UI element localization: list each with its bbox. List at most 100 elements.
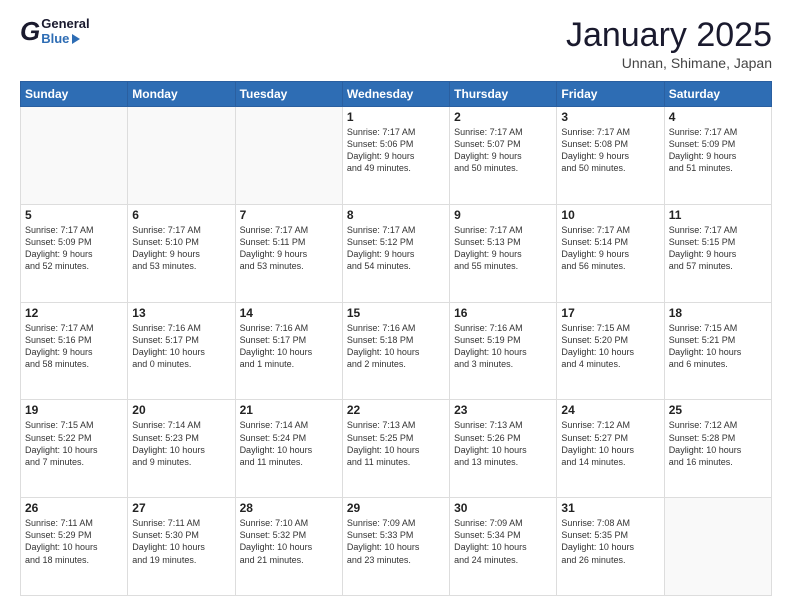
calendar-day: 13 Sunrise: 7:16 AM Sunset: 5:17 PM Dayli… [128, 302, 235, 400]
day-info: Sunrise: 7:12 AM Sunset: 5:27 PM Dayligh… [561, 419, 659, 468]
calendar-day: 31 Sunrise: 7:08 AM Sunset: 5:35 PM Dayli… [557, 498, 664, 596]
calendar-day: 16 Sunrise: 7:16 AM Sunset: 5:19 PM Dayli… [450, 302, 557, 400]
day-number: 18 [669, 306, 767, 320]
day-number: 22 [347, 403, 445, 417]
day-number: 21 [240, 403, 338, 417]
day-info: Sunrise: 7:17 AM Sunset: 5:16 PM Dayligh… [25, 322, 123, 371]
day-info: Sunrise: 7:15 AM Sunset: 5:20 PM Dayligh… [561, 322, 659, 371]
header-saturday: Saturday [664, 82, 771, 107]
calendar-day: 1Sunrise: 7:17 AM Sunset: 5:06 PM Daylig… [342, 107, 449, 205]
day-number: 20 [132, 403, 230, 417]
logo-general-text: General [41, 17, 89, 31]
calendar-day: 25 Sunrise: 7:12 AM Sunset: 5:28 PM Dayli… [664, 400, 771, 498]
calendar-day: 19 Sunrise: 7:15 AM Sunset: 5:22 PM Dayli… [21, 400, 128, 498]
day-info: Sunrise: 7:16 AM Sunset: 5:17 PM Dayligh… [132, 322, 230, 371]
calendar-day: 27Sunrise: 7:11 AM Sunset: 5:30 PM Dayli… [128, 498, 235, 596]
calendar-day [664, 498, 771, 596]
calendar-day: 18 Sunrise: 7:15 AM Sunset: 5:21 PM Dayli… [664, 302, 771, 400]
day-info: Sunrise: 7:17 AM Sunset: 5:11 PM Dayligh… [240, 224, 338, 273]
calendar-header: Sunday Monday Tuesday Wednesday Thursday… [21, 82, 772, 107]
calendar-day [235, 107, 342, 205]
day-number: 13 [132, 306, 230, 320]
day-number: 4 [669, 110, 767, 124]
day-info: Sunrise: 7:13 AM Sunset: 5:26 PM Dayligh… [454, 419, 552, 468]
day-info: Sunrise: 7:09 AM Sunset: 5:33 PM Dayligh… [347, 517, 445, 566]
day-number: 30 [454, 501, 552, 515]
day-number: 7 [240, 208, 338, 222]
day-info: Sunrise: 7:11 AM Sunset: 5:29 PM Dayligh… [25, 517, 123, 566]
day-number: 24 [561, 403, 659, 417]
day-info: Sunrise: 7:13 AM Sunset: 5:25 PM Dayligh… [347, 419, 445, 468]
logo-arrow-icon [72, 34, 80, 44]
calendar-day: 24 Sunrise: 7:12 AM Sunset: 5:27 PM Dayli… [557, 400, 664, 498]
calendar-day: 5Sunrise: 7:17 AM Sunset: 5:09 PM Daylig… [21, 204, 128, 302]
calendar-day: 8 Sunrise: 7:17 AM Sunset: 5:12 PM Daylig… [342, 204, 449, 302]
calendar-day: 22 Sunrise: 7:13 AM Sunset: 5:25 PM Dayli… [342, 400, 449, 498]
header-sunday: Sunday [21, 82, 128, 107]
calendar-week-row: 12Sunrise: 7:17 AM Sunset: 5:16 PM Dayli… [21, 302, 772, 400]
header-wednesday: Wednesday [342, 82, 449, 107]
day-info: Sunrise: 7:17 AM Sunset: 5:14 PM Dayligh… [561, 224, 659, 273]
calendar-day [128, 107, 235, 205]
calendar-day: 26 Sunrise: 7:11 AM Sunset: 5:29 PM Dayli… [21, 498, 128, 596]
day-number: 26 [25, 501, 123, 515]
calendar-week-row: 26 Sunrise: 7:11 AM Sunset: 5:29 PM Dayli… [21, 498, 772, 596]
day-info: Sunrise: 7:08 AM Sunset: 5:35 PM Dayligh… [561, 517, 659, 566]
day-number: 25 [669, 403, 767, 417]
day-info: Sunrise: 7:10 AM Sunset: 5:32 PM Dayligh… [240, 517, 338, 566]
day-number: 6 [132, 208, 230, 222]
day-number: 8 [347, 208, 445, 222]
calendar-day: 4 Sunrise: 7:17 AM Sunset: 5:09 PM Daylig… [664, 107, 771, 205]
day-number: 14 [240, 306, 338, 320]
day-info: Sunrise: 7:17 AM Sunset: 5:06 PM Dayligh… [347, 126, 445, 175]
month-title: January 2025 [566, 16, 772, 55]
day-number: 5 [25, 208, 123, 222]
page: G General Blue January 2025 Unnan, Shima… [0, 0, 792, 612]
calendar-day: 2Sunrise: 7:17 AM Sunset: 5:07 PM Daylig… [450, 107, 557, 205]
day-info: Sunrise: 7:14 AM Sunset: 5:24 PM Dayligh… [240, 419, 338, 468]
logo-g-letter: G [20, 16, 40, 47]
calendar-day: 14 Sunrise: 7:16 AM Sunset: 5:17 PM Dayli… [235, 302, 342, 400]
day-number: 15 [347, 306, 445, 320]
day-number: 9 [454, 208, 552, 222]
calendar-day: 28Sunrise: 7:10 AM Sunset: 5:32 PM Dayli… [235, 498, 342, 596]
day-info: Sunrise: 7:17 AM Sunset: 5:07 PM Dayligh… [454, 126, 552, 175]
day-info: Sunrise: 7:12 AM Sunset: 5:28 PM Dayligh… [669, 419, 767, 468]
day-number: 3 [561, 110, 659, 124]
calendar-week-row: 1Sunrise: 7:17 AM Sunset: 5:06 PM Daylig… [21, 107, 772, 205]
day-info: Sunrise: 7:17 AM Sunset: 5:10 PM Dayligh… [132, 224, 230, 273]
calendar-day: 9Sunrise: 7:17 AM Sunset: 5:13 PM Daylig… [450, 204, 557, 302]
calendar-body: 1Sunrise: 7:17 AM Sunset: 5:06 PM Daylig… [21, 107, 772, 596]
day-number: 16 [454, 306, 552, 320]
logo: G General Blue [20, 16, 90, 47]
day-info: Sunrise: 7:15 AM Sunset: 5:21 PM Dayligh… [669, 322, 767, 371]
day-info: Sunrise: 7:17 AM Sunset: 5:08 PM Dayligh… [561, 126, 659, 175]
calendar-day: 21 Sunrise: 7:14 AM Sunset: 5:24 PM Dayli… [235, 400, 342, 498]
day-info: Sunrise: 7:17 AM Sunset: 5:09 PM Dayligh… [669, 126, 767, 175]
calendar-day: 11Sunrise: 7:17 AM Sunset: 5:15 PM Dayli… [664, 204, 771, 302]
day-info: Sunrise: 7:17 AM Sunset: 5:12 PM Dayligh… [347, 224, 445, 273]
day-info: Sunrise: 7:15 AM Sunset: 5:22 PM Dayligh… [25, 419, 123, 468]
calendar-week-row: 19 Sunrise: 7:15 AM Sunset: 5:22 PM Dayli… [21, 400, 772, 498]
day-info: Sunrise: 7:16 AM Sunset: 5:17 PM Dayligh… [240, 322, 338, 371]
header-tuesday: Tuesday [235, 82, 342, 107]
day-info: Sunrise: 7:16 AM Sunset: 5:19 PM Dayligh… [454, 322, 552, 371]
location: Unnan, Shimane, Japan [566, 55, 772, 71]
day-number: 31 [561, 501, 659, 515]
day-number: 10 [561, 208, 659, 222]
title-block: January 2025 Unnan, Shimane, Japan [566, 16, 772, 71]
calendar-day: 10 Sunrise: 7:17 AM Sunset: 5:14 PM Dayli… [557, 204, 664, 302]
calendar-day: 30 Sunrise: 7:09 AM Sunset: 5:34 PM Dayli… [450, 498, 557, 596]
calendar-day: 29Sunrise: 7:09 AM Sunset: 5:33 PM Dayli… [342, 498, 449, 596]
calendar-day [21, 107, 128, 205]
calendar-day: 6 Sunrise: 7:17 AM Sunset: 5:10 PM Daylig… [128, 204, 235, 302]
day-info: Sunrise: 7:09 AM Sunset: 5:34 PM Dayligh… [454, 517, 552, 566]
calendar-day: 23 Sunrise: 7:13 AM Sunset: 5:26 PM Dayli… [450, 400, 557, 498]
logo-blue-text: Blue [41, 32, 89, 46]
day-number: 19 [25, 403, 123, 417]
header-friday: Friday [557, 82, 664, 107]
day-info: Sunrise: 7:14 AM Sunset: 5:23 PM Dayligh… [132, 419, 230, 468]
day-number: 17 [561, 306, 659, 320]
day-number: 23 [454, 403, 552, 417]
day-number: 11 [669, 208, 767, 222]
